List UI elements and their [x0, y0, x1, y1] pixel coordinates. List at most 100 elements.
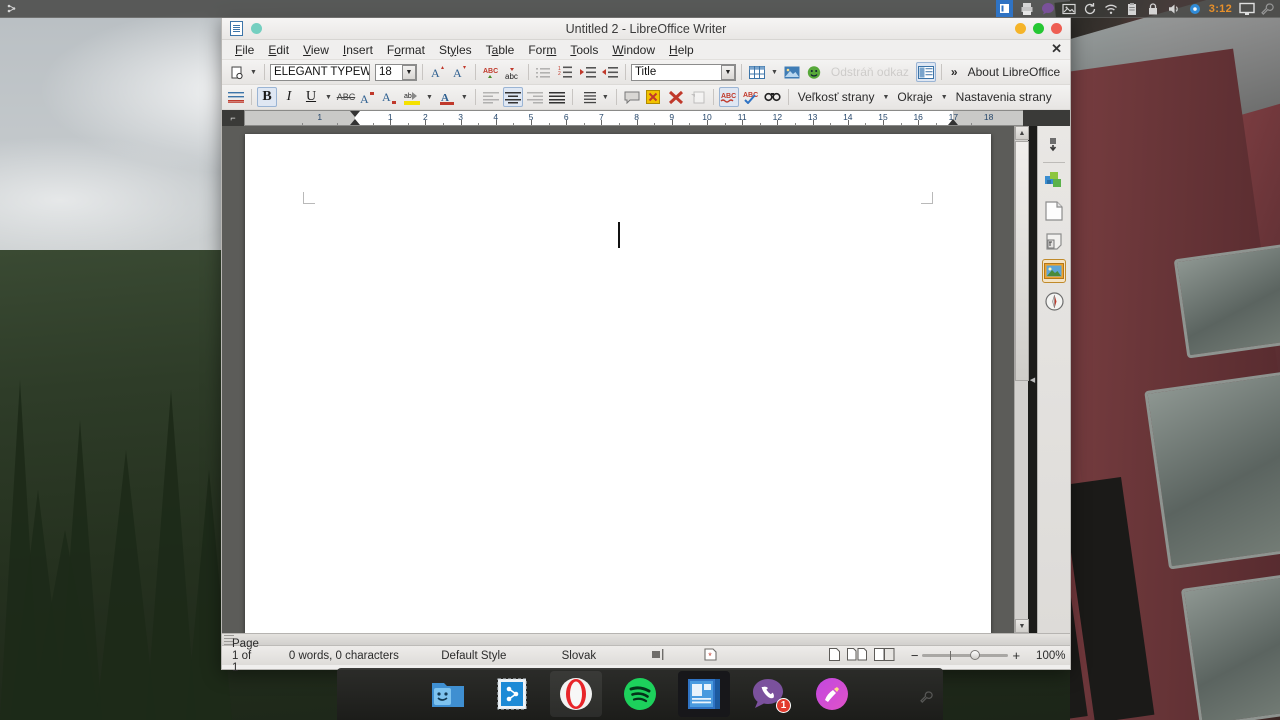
- insert-special-char-icon[interactable]: [804, 62, 824, 82]
- properties-icon[interactable]: [1042, 169, 1066, 193]
- align-center-icon[interactable]: [502, 87, 523, 107]
- sync-icon[interactable]: [1083, 2, 1097, 16]
- zoom-in-button[interactable]: +: [1012, 648, 1020, 663]
- clipboard-icon[interactable]: [1125, 2, 1139, 16]
- find-replace-icon[interactable]: [763, 87, 783, 107]
- dock-item-mail[interactable]: [486, 671, 538, 717]
- menu-format[interactable]: Format: [380, 41, 432, 59]
- delete-icon[interactable]: [666, 87, 686, 107]
- multi-page-view-icon[interactable]: [846, 647, 867, 664]
- font-color-icon[interactable]: A: [437, 87, 457, 107]
- scrollbar-thumb[interactable]: [1015, 141, 1029, 381]
- page-size-dropdown-icon[interactable]: ▼: [880, 94, 891, 101]
- menu-file[interactable]: FFileile: [228, 41, 261, 59]
- underline-button[interactable]: U: [301, 87, 321, 107]
- highlight-color-icon[interactable]: ab: [402, 87, 422, 107]
- dock-item-spotify[interactable]: [614, 671, 666, 717]
- bold-button[interactable]: B: [257, 87, 277, 107]
- line-spacing-dropdown-icon[interactable]: ▼: [600, 94, 611, 101]
- paragraph-style-dropdown-icon[interactable]: ▼: [720, 64, 735, 80]
- zoom-track[interactable]: [922, 650, 1009, 660]
- bottom-splitter[interactable]: [222, 633, 1070, 645]
- spelling-icon[interactable]: ABC: [741, 87, 761, 107]
- settings-gear-icon[interactable]: [1188, 2, 1202, 16]
- font-color-dropdown-icon[interactable]: ▼: [459, 94, 470, 101]
- sidebar-settings-icon[interactable]: [1042, 132, 1066, 156]
- viber-icon[interactable]: [1041, 2, 1055, 16]
- margins-button[interactable]: Okraje: [893, 90, 936, 104]
- dock-item-libreoffice-writer[interactable]: [678, 671, 730, 717]
- paste-dropdown-icon[interactable]: ▼: [248, 69, 259, 76]
- spelling-autocheck-icon[interactable]: ABC: [718, 87, 739, 107]
- page-icon[interactable]: [1042, 199, 1066, 223]
- menu-help[interactable]: Help: [662, 41, 701, 59]
- menu-edit[interactable]: Edit: [261, 41, 296, 59]
- menu-window[interactable]: Window: [605, 41, 662, 59]
- margins-dropdown-icon[interactable]: ▼: [939, 94, 950, 101]
- line-spacing-icon[interactable]: [578, 87, 598, 107]
- book-view-icon[interactable]: [873, 647, 895, 664]
- dock-item-paint[interactable]: [806, 671, 858, 717]
- paste-icon[interactable]: [226, 62, 246, 82]
- printer-icon[interactable]: [1020, 2, 1034, 16]
- increase-indent-icon[interactable]: [578, 62, 598, 82]
- menu-view[interactable]: View: [296, 41, 336, 59]
- status-word-count[interactable]: 0 words, 0 characters: [269, 646, 419, 666]
- lock-icon[interactable]: [1146, 2, 1160, 16]
- strikethrough-button[interactable]: ABC: [336, 87, 356, 107]
- paragraph-style-combo[interactable]: Title ▼: [630, 63, 736, 81]
- superscript-icon[interactable]: A: [358, 87, 378, 107]
- highlight-color-dropdown-icon[interactable]: ▼: [424, 94, 435, 101]
- dock-item-opera[interactable]: [550, 671, 602, 717]
- scroll-down-button[interactable]: ▼: [1015, 619, 1029, 633]
- app-window-icon[interactable]: [995, 0, 1013, 17]
- status-page-style[interactable]: Default Style: [419, 646, 529, 666]
- zoom-value[interactable]: 100%: [1026, 646, 1075, 666]
- toolbar-overflow-button[interactable]: »: [947, 65, 962, 79]
- comment-icon[interactable]: [622, 87, 642, 107]
- insert-text-box-icon[interactable]: [915, 62, 936, 82]
- increase-font-size-icon[interactable]: A: [428, 62, 448, 82]
- font-size-dropdown-icon[interactable]: ▼: [401, 64, 416, 80]
- about-libreoffice-button[interactable]: About LibreOffice: [964, 65, 1065, 79]
- clear-formatting-icon[interactable]: [644, 87, 664, 107]
- decrease-indent-icon[interactable]: [600, 62, 620, 82]
- align-justified-icon[interactable]: [547, 87, 567, 107]
- first-line-indent-marker[interactable]: [350, 111, 360, 117]
- underline-dropdown-icon[interactable]: ▼: [323, 94, 334, 101]
- unordered-list-icon[interactable]: [534, 62, 554, 82]
- document-page[interactable]: [245, 134, 991, 633]
- clone-formatting-icon[interactable]: [688, 87, 708, 107]
- window-titlebar[interactable]: Untitled 2 - LibreOffice Writer: [222, 18, 1070, 40]
- menu-styles[interactable]: Styles: [432, 41, 479, 59]
- right-indent-marker[interactable]: [948, 119, 959, 125]
- uppercase-icon[interactable]: ABC: [481, 62, 501, 82]
- status-language[interactable]: Slovak: [529, 646, 629, 666]
- display-icon[interactable]: [1239, 2, 1255, 16]
- font-size-combo[interactable]: 18 ▼: [374, 63, 417, 81]
- left-indent-marker[interactable]: [350, 119, 360, 125]
- status-save-state[interactable]: *: [689, 646, 733, 666]
- volume-icon[interactable]: [1167, 2, 1181, 16]
- gallery-icon[interactable]: [1042, 259, 1066, 283]
- menu-insert[interactable]: Insert: [336, 41, 380, 59]
- navigator-icon[interactable]: [1042, 289, 1066, 313]
- wrench-icon[interactable]: [1260, 2, 1274, 16]
- dock-resize-grip-icon[interactable]: [919, 690, 933, 704]
- vertical-scrollbar[interactable]: ▲ ▼: [1014, 126, 1029, 633]
- status-selection-mode[interactable]: [629, 646, 689, 666]
- wifi-icon[interactable]: [1104, 2, 1118, 16]
- insert-table-dropdown-icon[interactable]: ▼: [769, 69, 780, 76]
- scroll-up-button[interactable]: ▲: [1015, 126, 1029, 140]
- subscript-icon[interactable]: A: [380, 87, 400, 107]
- styles-icon[interactable]: [1042, 229, 1066, 253]
- lowercase-icon[interactable]: abc: [503, 62, 523, 82]
- dock-item-files[interactable]: [422, 671, 474, 717]
- sidebar-collapse-handle[interactable]: ◀: [1028, 126, 1037, 633]
- decrease-font-size-icon[interactable]: A: [450, 62, 470, 82]
- tab-stop-selector[interactable]: ⌐: [222, 110, 244, 126]
- menu-tools[interactable]: Tools: [563, 41, 605, 59]
- page-size-button[interactable]: Veľkosť strany: [794, 90, 879, 104]
- insert-image-icon[interactable]: [782, 62, 802, 82]
- remove-hyperlink-button[interactable]: Odstráň odkaz: [826, 62, 914, 82]
